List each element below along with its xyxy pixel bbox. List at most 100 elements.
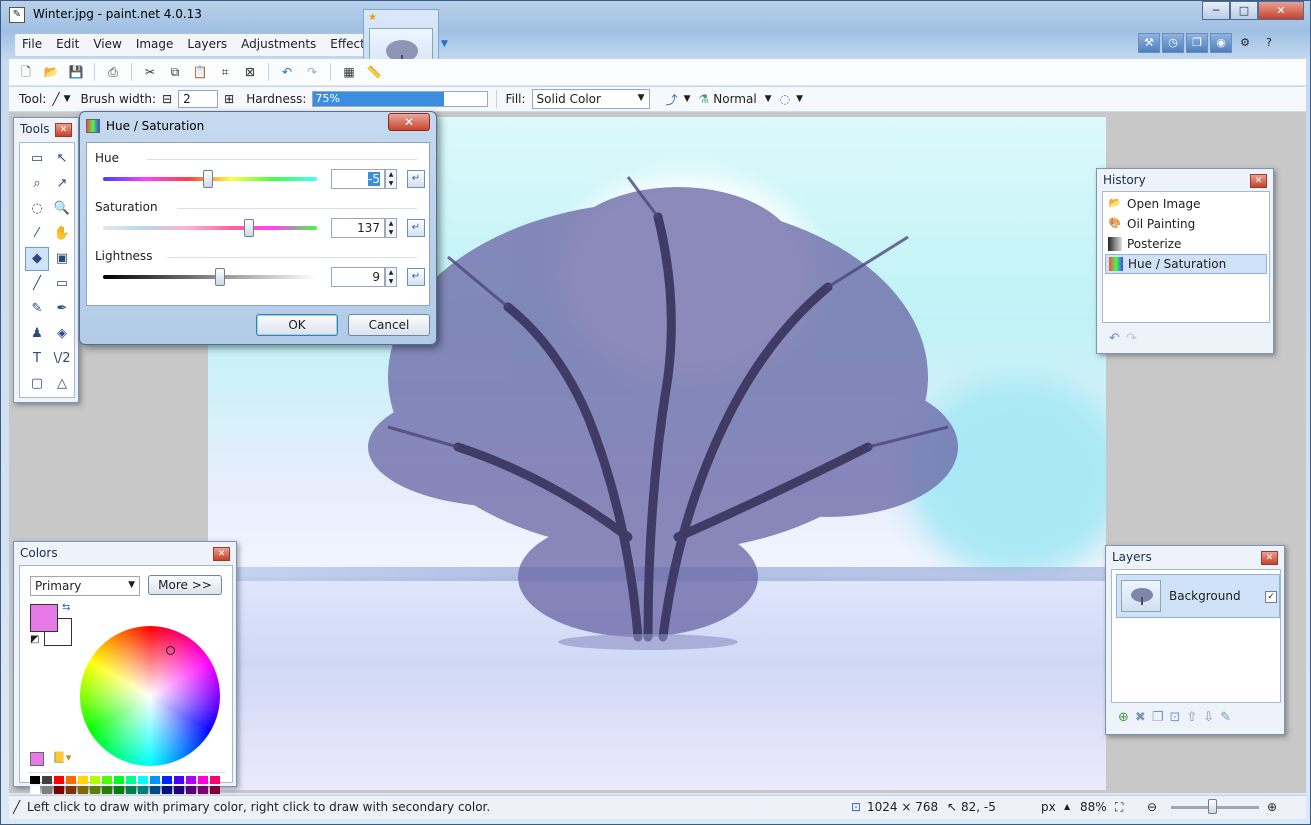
pan-tool-icon[interactable]: ✋ bbox=[50, 222, 74, 246]
palette-swatch[interactable] bbox=[162, 786, 172, 794]
palette-swatch[interactable] bbox=[42, 786, 52, 794]
save-icon[interactable]: 💾 bbox=[65, 62, 87, 82]
zoom-slider-thumb[interactable] bbox=[1208, 799, 1217, 814]
zoom-out-icon[interactable]: ⊖ bbox=[1147, 800, 1157, 814]
move-layer-down-icon[interactable]: ⇩ bbox=[1203, 710, 1214, 725]
move-selection-tool-icon[interactable]: ↖ bbox=[50, 147, 74, 171]
minimize-button[interactable]: ─ bbox=[1202, 1, 1230, 20]
ok-button[interactable]: OK bbox=[256, 314, 338, 336]
close-icon[interactable]: ✕ bbox=[55, 123, 72, 137]
history-item-oil-painting[interactable]: 🎨 Oil Painting bbox=[1105, 214, 1267, 234]
palette-swatch[interactable] bbox=[66, 786, 76, 794]
dialog-close-button[interactable]: ✕ bbox=[388, 113, 430, 131]
cut-icon[interactable]: ✂ bbox=[139, 62, 161, 82]
eraser-tool-icon[interactable]: ▭ bbox=[50, 272, 74, 296]
gradient-tool-icon[interactable]: ▣ bbox=[50, 247, 74, 271]
crop-icon[interactable]: ⌗ bbox=[214, 62, 236, 82]
pencil-tool-icon[interactable]: ✎ bbox=[25, 297, 49, 321]
add-to-palette-icon[interactable] bbox=[30, 752, 44, 766]
palette-swatch[interactable] bbox=[174, 776, 184, 784]
palette-swatch[interactable] bbox=[90, 786, 100, 794]
tool-dropdown-icon[interactable]: ▼ bbox=[64, 94, 71, 104]
layer-properties-icon[interactable]: ✎ bbox=[1220, 710, 1231, 725]
saturation-reset-icon[interactable]: ↵ bbox=[407, 219, 425, 237]
print-icon[interactable]: ⎙ bbox=[102, 62, 124, 82]
palette-swatch[interactable] bbox=[126, 786, 136, 794]
brush-width-decrease-icon[interactable]: ⊟ bbox=[162, 92, 172, 106]
brush-width-input[interactable]: 2 bbox=[178, 90, 219, 108]
help-icon[interactable]: ? bbox=[1258, 33, 1280, 53]
palette-swatch[interactable] bbox=[102, 776, 112, 784]
palette-swatch[interactable] bbox=[54, 786, 64, 794]
recolor-tool-icon[interactable]: ◈ bbox=[50, 322, 74, 346]
brush-width-increase-icon[interactable]: ⊞ bbox=[224, 92, 234, 106]
palette-swatch[interactable] bbox=[210, 776, 220, 784]
palette-swatch[interactable] bbox=[114, 786, 124, 794]
shape-alt-tool-icon[interactable]: △ bbox=[50, 372, 74, 396]
rectangle-select-tool-icon[interactable]: ▭ bbox=[25, 147, 49, 171]
fill-select[interactable]: Solid Color ▼ bbox=[531, 89, 650, 109]
saturation-spinner-icon[interactable]: ▲ ▼ bbox=[385, 218, 397, 238]
palette-swatch[interactable] bbox=[186, 776, 196, 784]
palette-swatch[interactable] bbox=[30, 776, 40, 784]
color-mode-select[interactable]: Primary ▼ bbox=[30, 576, 140, 596]
color-picker-tool-icon[interactable]: ✒ bbox=[50, 297, 74, 321]
ellipse-select-tool-icon[interactable]: ◌ bbox=[25, 197, 49, 221]
saturation-input[interactable]: 137 bbox=[331, 218, 385, 238]
undo-icon[interactable]: ↶ bbox=[276, 62, 298, 82]
move-layer-up-icon[interactable]: ⇧ bbox=[1186, 710, 1197, 725]
colors-window-toggle-icon[interactable]: ◉ bbox=[1210, 33, 1232, 53]
magic-wand-tool-icon[interactable]: ⁄ bbox=[25, 222, 49, 246]
zoom-to-window-icon[interactable]: ⛶ bbox=[1115, 800, 1123, 815]
palette-swatch[interactable] bbox=[198, 786, 208, 794]
settings-gear-icon[interactable]: ⚙ bbox=[1234, 33, 1256, 53]
palette-swatch[interactable] bbox=[138, 776, 148, 784]
lightness-slider-thumb[interactable] bbox=[215, 268, 225, 286]
hue-reset-icon[interactable]: ↵ bbox=[407, 170, 425, 188]
duplicate-layer-icon[interactable]: ❐ bbox=[1152, 710, 1164, 725]
paintbrush-tool-icon[interactable]: ╱ bbox=[52, 92, 59, 106]
merge-layer-icon[interactable]: ⊡ bbox=[1169, 710, 1180, 725]
palette-swatch[interactable] bbox=[114, 776, 124, 784]
selection-mode-icon[interactable]: ◌ bbox=[780, 92, 790, 106]
antialiasing-icon[interactable]: ⤴ bbox=[666, 91, 678, 108]
zoom-in-icon[interactable]: ⊕ bbox=[1267, 800, 1277, 814]
palette-swatch[interactable] bbox=[54, 776, 64, 784]
close-icon[interactable]: ✕ bbox=[213, 547, 230, 561]
palette-swatch[interactable] bbox=[174, 786, 184, 794]
add-layer-icon[interactable]: ⊕ bbox=[1118, 710, 1129, 725]
redo-icon[interactable]: ↷ bbox=[301, 62, 323, 82]
palette-swatch[interactable] bbox=[210, 786, 220, 794]
saturation-slider-thumb[interactable] bbox=[244, 219, 254, 237]
cancel-button[interactable]: Cancel bbox=[348, 314, 430, 336]
line-curve-tool-icon[interactable]: \/2 bbox=[50, 347, 74, 371]
menu-layers[interactable]: Layers bbox=[180, 34, 234, 56]
tab-dropdown-icon[interactable]: ▼ bbox=[441, 39, 448, 49]
palette-swatch[interactable] bbox=[42, 776, 52, 784]
palette-swatch[interactable] bbox=[66, 776, 76, 784]
zoom-level[interactable]: 88% bbox=[1080, 800, 1107, 814]
units-select[interactable]: px bbox=[1041, 800, 1056, 814]
blend-mode-icon[interactable]: ⚗ bbox=[698, 92, 709, 106]
hue-input[interactable]: -5 bbox=[331, 169, 385, 189]
hue-spinner-icon[interactable]: ▲ ▼ bbox=[385, 169, 397, 189]
blend-mode-dropdown-icon[interactable]: ▼ bbox=[765, 94, 772, 104]
menu-edit[interactable]: Edit bbox=[49, 34, 86, 56]
hue-slider-thumb[interactable] bbox=[203, 170, 213, 188]
lasso-select-tool-icon[interactable]: ⌕ bbox=[25, 172, 49, 196]
close-icon[interactable]: ✕ bbox=[1261, 551, 1278, 565]
color-wheel-cursor[interactable] bbox=[166, 646, 175, 655]
maximize-button[interactable]: □ bbox=[1230, 1, 1258, 20]
lightness-input[interactable]: 9 bbox=[331, 267, 385, 287]
palette-swatch[interactable] bbox=[162, 776, 172, 784]
grid-icon[interactable]: ▦ bbox=[338, 62, 360, 82]
paintbrush-tool-icon[interactable]: ╱ bbox=[25, 272, 49, 296]
undo-icon[interactable]: ↶ bbox=[1109, 331, 1120, 346]
palette-swatch[interactable] bbox=[138, 786, 148, 794]
delete-layer-icon[interactable]: ✖ bbox=[1135, 710, 1146, 725]
close-button[interactable]: ✕ bbox=[1258, 1, 1304, 20]
palette-menu-icon[interactable]: 📒▾ bbox=[52, 751, 71, 764]
paint-bucket-tool-icon[interactable]: ◆ bbox=[25, 247, 49, 271]
paint-icon[interactable]: ✎ bbox=[9, 7, 25, 23]
menu-adjustments[interactable]: Adjustments bbox=[234, 34, 323, 56]
